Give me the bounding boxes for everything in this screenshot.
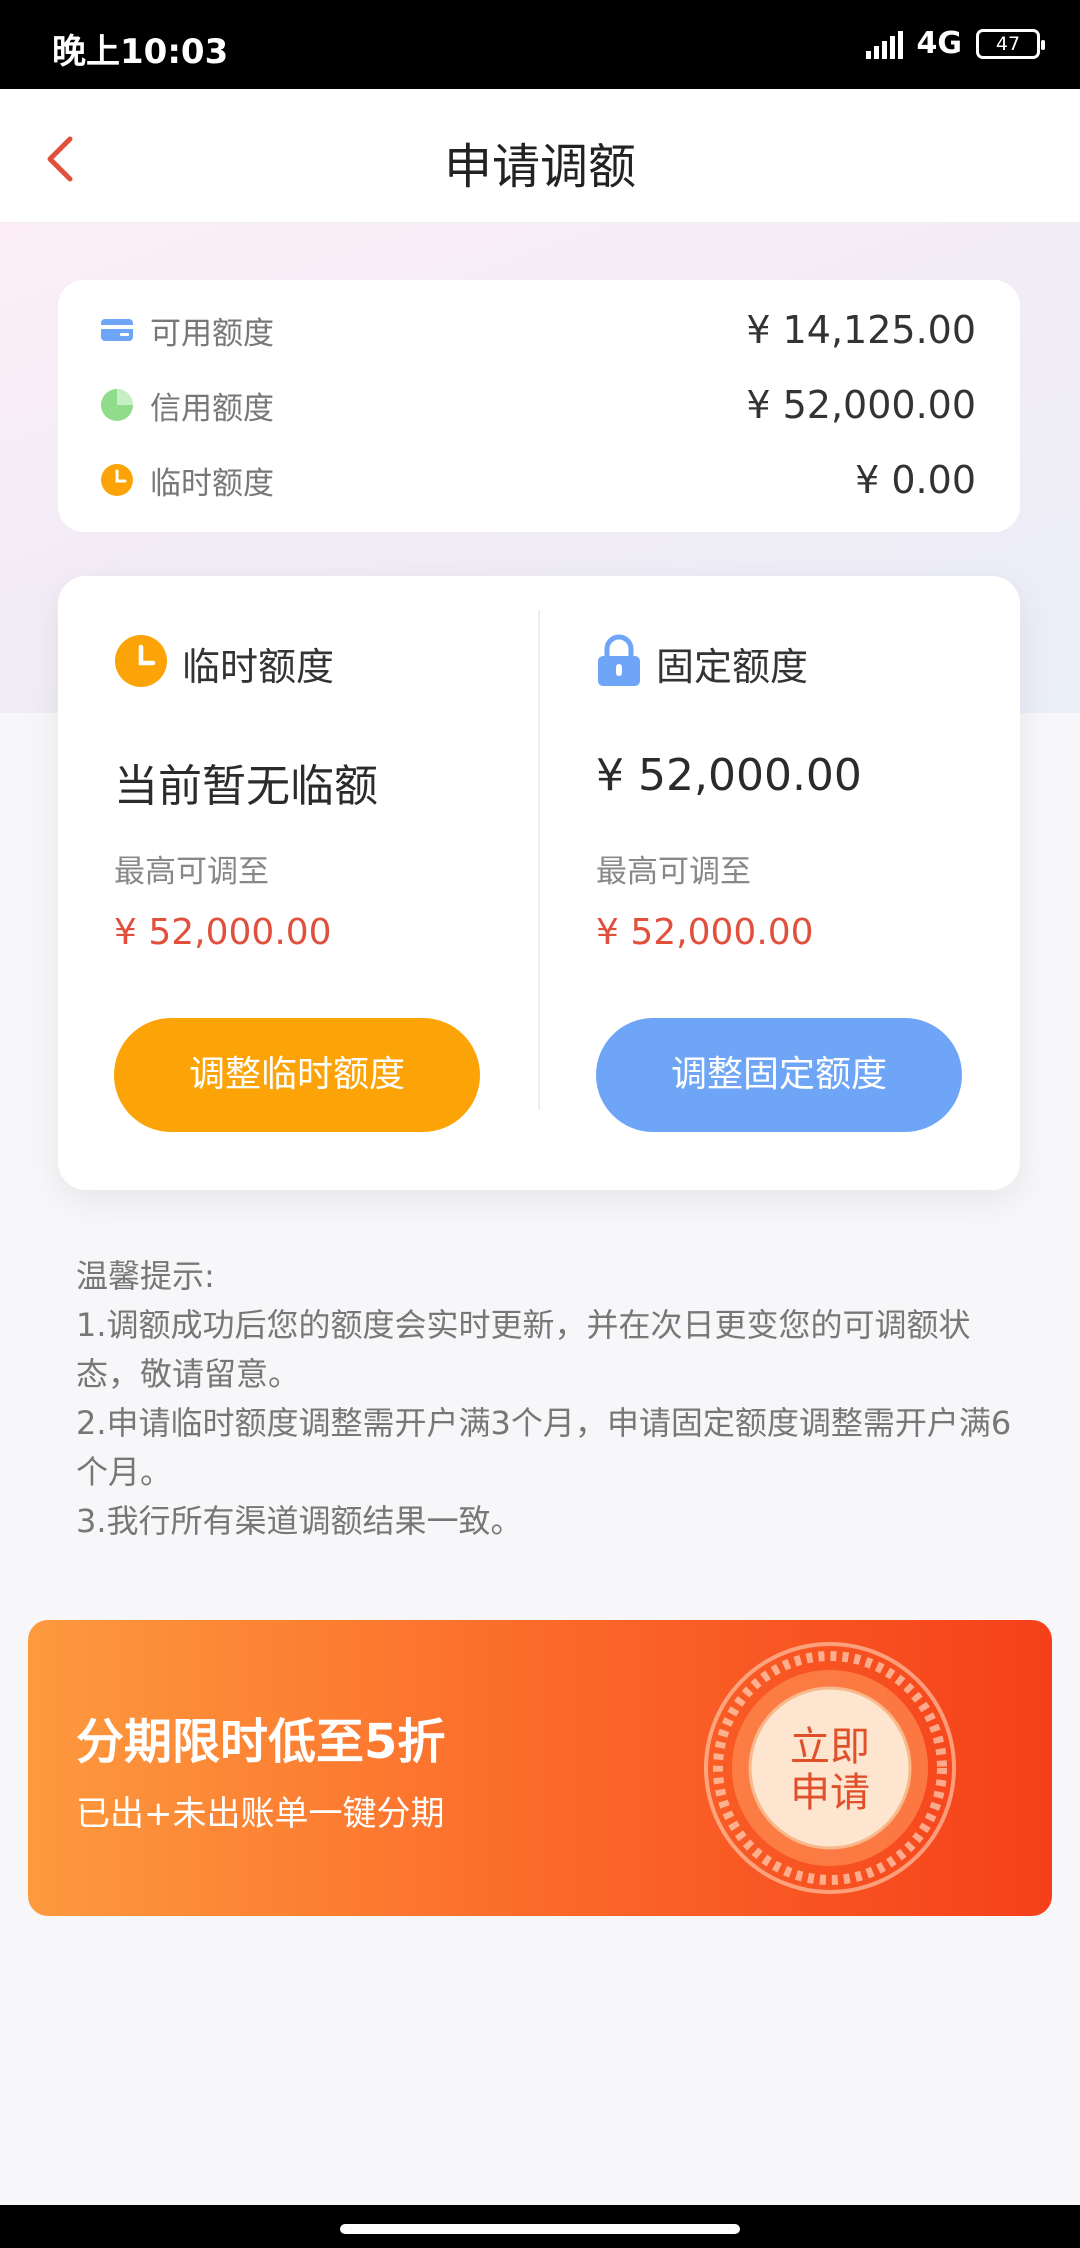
temp-limit-header: 临时额度: [114, 634, 334, 692]
clock-icon: [100, 463, 134, 497]
temp-max-value: ¥ 52,000.00: [114, 912, 332, 953]
page-title: 申请调额: [443, 139, 636, 195]
badge-line-2: 申请: [790, 1770, 870, 1816]
installment-promo-banner[interactable]: 分期限时低至5折 已出+未出账单一键分期 立即 申请: [28, 1620, 1052, 1916]
summary-value: ¥ 0.00: [855, 458, 976, 502]
fixed-max-value: ¥ 52,000.00: [596, 912, 814, 953]
tips-line: 1.调额成功后您的额度会实时更新，并在次日更变您的可调额状态，敬请留意。: [76, 1306, 971, 1393]
summary-row-credit: 信用额度 ¥ 52,000.00: [100, 379, 976, 431]
bottom-blank-area: [0, 2040, 1080, 2205]
limit-summary-card: 可用额度 ¥ 14,125.00 信用额度 ¥ 52,000.00 临时额度 ¥…: [58, 280, 1020, 532]
home-indicator[interactable]: [340, 2224, 740, 2234]
adjust-limit-card: 临时额度 当前暂无临额 最高可调至 ¥ 52,000.00 调整临时额度 固定额…: [58, 576, 1020, 1190]
badge-line-1: 立即: [790, 1724, 870, 1770]
status-right: 4G 47: [865, 26, 1045, 61]
summary-label: 可用额度: [150, 315, 274, 352]
signal-icon: [865, 29, 903, 59]
status-time: 晚上10:03: [52, 32, 229, 72]
fixed-limit-column: 固定额度 ¥ 52,000.00 最高可调至 ¥ 52,000.00 调整固定额…: [596, 576, 996, 1190]
summary-label: 临时额度: [150, 465, 274, 502]
fixed-limit-current: ¥ 52,000.00: [596, 750, 862, 801]
battery-level: 47: [995, 32, 1021, 55]
temp-limit-column: 临时额度 当前暂无临额 最高可调至 ¥ 52,000.00 调整临时额度: [114, 576, 514, 1190]
banner-headline: 分期限时低至5折: [76, 1714, 446, 1770]
fixed-limit-header: 固定额度: [596, 634, 808, 692]
summary-row-temporary: 临时额度 ¥ 0.00: [100, 454, 976, 506]
fixed-limit-title: 固定额度: [656, 644, 809, 689]
tips-line: 3.我行所有渠道调额结果一致。: [76, 1502, 523, 1540]
apply-now-badge[interactable]: 立即 申请: [700, 1638, 960, 1898]
clock-icon: [114, 634, 168, 692]
temp-max-label: 最高可调至: [114, 854, 269, 890]
summary-row-available: 可用额度 ¥ 14,125.00: [100, 304, 976, 356]
temp-limit-current: 当前暂无临额: [114, 761, 378, 812]
network-label: 4G: [916, 26, 963, 61]
card-icon: [100, 313, 134, 347]
tips-section: 温馨提示: 1.调额成功后您的额度会实时更新，并在次日更变您的可调额状态，敬请留…: [76, 1252, 1016, 1546]
tips-line: 2.申请临时额度调整需开户满3个月，申请固定额度调整需开户满6个月。: [76, 1404, 1012, 1491]
nav-bar: 申请调额: [0, 89, 1080, 223]
adjust-temp-limit-button[interactable]: 调整临时额度: [114, 1018, 480, 1132]
status-bar: 晚上10:03 4G 47: [0, 0, 1080, 89]
fixed-max-label: 最高可调至: [596, 854, 751, 890]
pie-icon: [100, 388, 134, 422]
column-divider: [538, 610, 540, 1110]
summary-label: 信用额度: [150, 390, 274, 427]
summary-value: ¥ 52,000.00: [746, 383, 976, 427]
summary-value: ¥ 14,125.00: [746, 308, 976, 352]
tips-title: 温馨提示:: [76, 1257, 215, 1295]
battery-icon: 47: [976, 28, 1045, 59]
badge-text: 立即 申请: [700, 1724, 960, 1816]
temp-limit-title: 临时额度: [182, 644, 335, 689]
lock-icon: [596, 634, 642, 692]
banner-subline: 已出+未出账单一键分期: [76, 1794, 445, 1834]
adjust-fixed-limit-button[interactable]: 调整固定额度: [596, 1018, 962, 1132]
